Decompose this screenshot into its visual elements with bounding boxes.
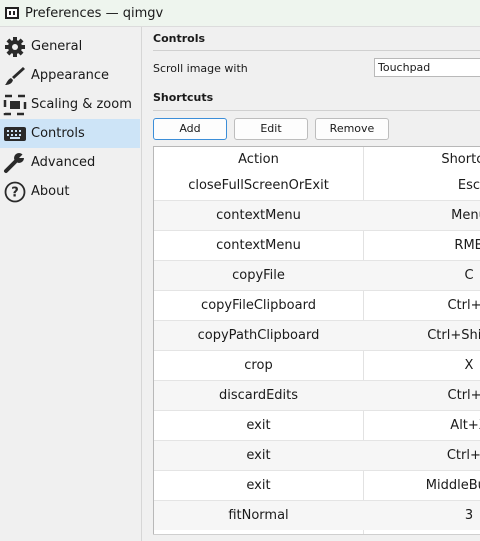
action-cell: contextMenu (216, 238, 301, 253)
help-icon: ? (4, 181, 26, 203)
remove-button[interactable]: Remove (315, 118, 389, 140)
shortcut-cell: 3 (464, 508, 474, 523)
table-row[interactable]: exit Ctrl+Q (154, 440, 480, 470)
action-cell: crop (244, 358, 273, 373)
table-header: Action Shortcut (154, 147, 480, 174)
svg-text:?: ? (11, 186, 19, 201)
sidebar-item-label: General (31, 39, 83, 54)
sidebar-item-label: Controls (31, 126, 85, 141)
action-cell: discardEdits (218, 388, 299, 403)
divider (153, 50, 480, 51)
shortcut-cell: RMB (454, 238, 480, 253)
shortcut-cell: Ctrl+Shift+C (427, 328, 480, 343)
window-title: Preferences — qimgv (25, 5, 164, 21)
table-row[interactable]: copyFile C (154, 260, 480, 290)
sidebar-item-about[interactable]: ? About (0, 177, 140, 206)
shortcut-cell: Esc (457, 178, 480, 193)
sidebar-item-label: Advanced (31, 155, 96, 170)
edit-button[interactable]: Edit (234, 118, 308, 140)
shortcut-cell: Ctrl+Q (446, 448, 480, 463)
table-row[interactable]: copyFileClipboard Ctrl+C (154, 290, 480, 320)
column-header-shortcut[interactable]: Shortcut (364, 147, 480, 174)
shortcut-cell: Ctrl+Z (447, 388, 480, 403)
keyboard-icon (4, 127, 26, 141)
shortcut-cell: MiddleButton (425, 478, 480, 493)
sidebar-item-controls[interactable]: Controls (0, 119, 140, 148)
shortcuts-table[interactable]: Action Shortcut closeFullScreenOrExit Es… (153, 146, 480, 535)
wrench-icon (4, 152, 25, 173)
sidebar-item-scaling[interactable]: Scaling & zoom (0, 90, 140, 119)
sidebar-item-general[interactable]: General (0, 32, 140, 61)
action-cell: closeFullScreenOrExit (188, 178, 329, 193)
table-row[interactable]: crop X (154, 350, 480, 380)
shortcut-cell: Alt+X (450, 418, 480, 433)
action-cell: exit (246, 448, 271, 463)
action-cell: copyFile (232, 268, 285, 283)
table-row[interactable]: closeFullScreenOrExit Esc (154, 171, 480, 201)
table-row[interactable]: contextMenu Menu (154, 200, 480, 230)
add-button[interactable]: Add (153, 118, 227, 140)
sidebar: General Appearance Scaling & zoom Contro… (0, 27, 142, 541)
action-cell: copyFileClipboard (201, 298, 316, 313)
divider (153, 534, 480, 535)
sidebar-item-label: Scaling & zoom (31, 97, 132, 112)
shortcut-cell: Ctrl+C (447, 298, 480, 313)
action-cell: contextMenu (216, 208, 301, 223)
action-cell: exit (246, 418, 271, 433)
divider (153, 110, 480, 111)
table-row[interactable]: exit Alt+X (154, 410, 480, 440)
shortcuts-section-title: Shortcuts (153, 91, 214, 104)
sidebar-item-label: Appearance (31, 68, 110, 83)
column-header-action[interactable]: Action (154, 147, 363, 174)
brush-icon (5, 67, 25, 85)
table-row[interactable]: contextMenu RMB (154, 230, 480, 260)
scroll-mode-select[interactable]: Touchpad (374, 58, 480, 77)
table-row[interactable]: discardEdits Ctrl+Z (154, 380, 480, 410)
shortcut-cell: X (464, 358, 474, 373)
app-logo-icon (5, 7, 19, 19)
shortcut-cell: C (464, 268, 474, 283)
controls-section-title: Controls (153, 32, 206, 45)
table-row[interactable]: exit MiddleButton (154, 470, 480, 500)
sidebar-item-advanced[interactable]: Advanced (0, 148, 140, 177)
sidebar-item-label: About (31, 184, 70, 199)
action-cell: exit (246, 478, 271, 493)
action-cell: copyPathClipboard (197, 328, 320, 343)
scroll-label: Scroll image with (153, 62, 248, 75)
table-row[interactable]: fitNormal 3 (154, 500, 480, 530)
scale-icon (3, 94, 27, 116)
title-bar: Preferences — qimgv (0, 0, 480, 27)
gear-icon (5, 37, 25, 57)
action-cell: fitNormal (228, 508, 289, 523)
shortcut-cell: Menu (451, 208, 480, 223)
sidebar-item-appearance[interactable]: Appearance (0, 61, 140, 90)
table-row[interactable]: copyPathClipboard Ctrl+Shift+C (154, 320, 480, 350)
